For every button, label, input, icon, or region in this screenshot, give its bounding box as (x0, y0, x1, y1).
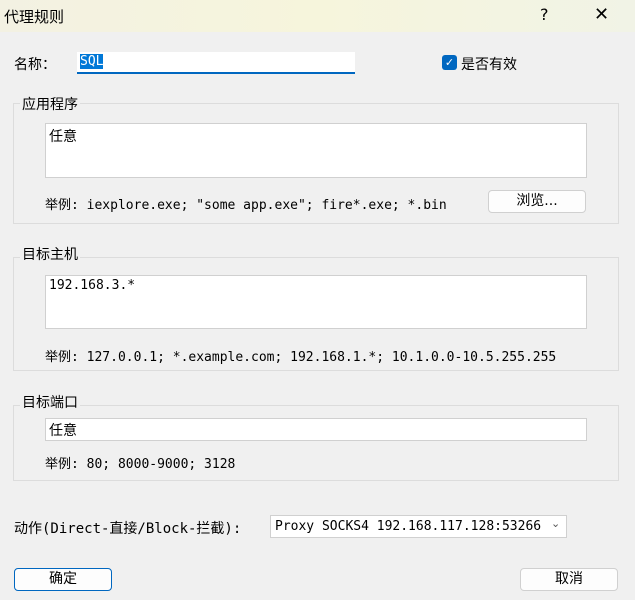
action-select[interactable]: Proxy SOCKS4 192.168.117.128:53266 (270, 515, 567, 538)
browse-button[interactable]: 浏览... (488, 190, 586, 213)
name-input[interactable]: SQL (77, 52, 355, 74)
name-value: SQL (80, 54, 104, 69)
host-example: 举例: 127.0.0.1; *.example.com; 192.168.1.… (45, 350, 557, 365)
port-input[interactable]: 任意 (45, 418, 587, 441)
cancel-button[interactable]: 取消 (520, 568, 618, 591)
enabled-label: 是否有效 (461, 57, 517, 73)
app-example: 举例: iexplore.exe; "some app.exe"; fire*.… (45, 198, 447, 213)
app-textarea[interactable]: 任意 (45, 123, 587, 178)
window-title: 代理规则 (4, 8, 65, 26)
close-button[interactable]: ✕ (594, 4, 609, 25)
action-selected: Proxy SOCKS4 192.168.117.128:53266 (275, 519, 542, 534)
enabled-checkbox[interactable]: ✓ (442, 55, 457, 70)
ok-button[interactable]: 确定 (14, 568, 112, 591)
app-legend: 应用程序 (20, 94, 80, 114)
name-label: 名称： (14, 57, 56, 73)
help-button[interactable]: ? (540, 5, 549, 24)
host-legend: 目标主机 (20, 244, 80, 264)
port-legend: 目标端口 (20, 392, 80, 412)
chevron-down-icon: ⌄ (549, 517, 563, 530)
action-label: 动作(Direct-直接/Block-拦截): (14, 521, 242, 537)
port-example: 举例: 80; 8000-9000; 3128 (45, 457, 236, 472)
host-textarea[interactable]: 192.168.3.* (45, 275, 587, 329)
